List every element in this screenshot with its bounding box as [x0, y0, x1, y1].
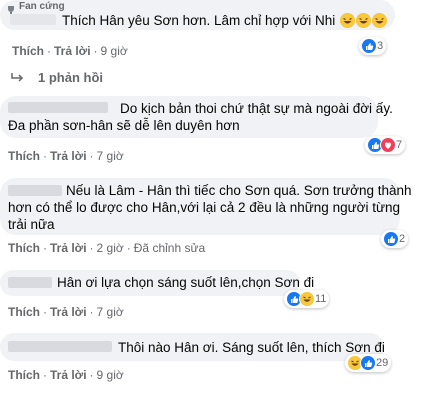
author-name-redacted[interactable] — [8, 185, 62, 196]
trophy-icon — [6, 2, 16, 14]
reaction-count: 7 — [396, 139, 403, 151]
comment-text-4: Hân ơi lựa chọn sáng suốt lên,chọn Sơn đ… — [57, 275, 315, 290]
fan-badge-label: Fan cứng — [19, 1, 65, 12]
comment-text-5: Thôi nào Hân ơi. Sáng suốt lên, thích Sơ… — [118, 340, 385, 355]
comment-actions-4: Thích · Trả lời · 7 giờ — [8, 305, 124, 319]
reaction-summary-2[interactable]: 7 — [365, 136, 406, 154]
timestamp[interactable]: 9 giờ — [97, 368, 124, 382]
comment-bubble-2: Do kịch bản thoi chứ thật sự mà ngoài đờ… — [0, 96, 393, 138]
comment-bubble-4: Hân ơi lựa chọn sáng suốt lên,chọn Sơn đ… — [0, 270, 314, 296]
view-replies-link[interactable]: 1 phản hồi — [10, 70, 103, 85]
comment-actions-2: Thích · Trả lời · 7 giờ — [8, 149, 124, 163]
reaction-count: 29 — [376, 357, 389, 369]
laughing-emoji-icon — [372, 13, 388, 28]
timestamp[interactable]: 7 giờ — [97, 149, 124, 163]
comment-actions-5: Thích · Trả lời · 9 giờ — [8, 368, 124, 382]
reply-arrow-icon — [10, 72, 24, 84]
timestamp[interactable]: 7 giờ — [97, 305, 124, 319]
comment-actions-3: Thích · Trả lời · 2 giờ · Đã chỉnh sửa — [8, 241, 206, 255]
reaction-count: 11 — [315, 293, 327, 305]
comment-bubble-1: Fan cứng Thích Hân yêu Sơn hơn. Lâm chỉ … — [0, 0, 395, 30]
timestamp[interactable]: 2 giờ — [97, 241, 124, 255]
comment-text-3-line3: trải nữa — [8, 217, 55, 232]
author-name-redacted[interactable] — [8, 277, 52, 288]
haha-reaction-icon — [299, 291, 315, 307]
like-reaction-icon — [360, 355, 376, 371]
fan-badge: Fan cứng — [6, 1, 65, 14]
laughing-emoji-icon — [356, 13, 372, 28]
comment-text-3-line1: Nếu là Lâm - Hân thì tiếc cho Sơn quá. S… — [66, 183, 412, 198]
reaction-summary-1[interactable]: 3 — [359, 37, 387, 55]
comment-bubble-5: Thôi nào Hân ơi. Sáng suốt lên, thích Sơ… — [0, 333, 385, 361]
love-reaction-icon — [380, 137, 396, 153]
reply-button[interactable]: Trả lời — [50, 368, 87, 382]
comment-text-1: Thích Hân yêu Sơn hơn. Lâm chỉ hợp với N… — [62, 12, 388, 29]
comment-text-2-line2: Đa phần sơn-hân sẽ dễ lên duyên hơn — [8, 118, 240, 133]
like-button[interactable]: Thích — [8, 241, 40, 255]
like-reaction-icon — [361, 38, 377, 54]
reply-button[interactable]: Trả lời — [50, 241, 87, 255]
author-name-redacted[interactable] — [8, 341, 112, 352]
reaction-summary-5[interactable]: 29 — [345, 354, 392, 372]
comment-text-3-line2: hơn có thể lo được cho Hân,với lại cả 2 … — [8, 200, 401, 215]
replies-count-label: 1 phản hồi — [38, 70, 103, 85]
author-name-redacted[interactable] — [10, 14, 56, 25]
timestamp[interactable]: 9 giờ — [101, 44, 128, 58]
comment-bubble-3: Nếu là Lâm - Hân thì tiếc cho Sơn quá. S… — [0, 178, 412, 235]
like-button[interactable]: Thích — [8, 149, 40, 163]
reaction-count: 3 — [377, 40, 384, 52]
author-name-redacted[interactable] — [8, 102, 108, 113]
reply-button[interactable]: Trả lời — [50, 149, 87, 163]
reaction-summary-3[interactable]: 2 — [381, 230, 409, 248]
comment-actions-1: Thích · Trả lời · 9 giờ — [12, 44, 128, 58]
reply-button[interactable]: Trả lời — [54, 44, 91, 58]
comment-text-2-line1: Do kịch bản thoi chứ thật sự mà ngoài đờ… — [120, 101, 393, 116]
like-reaction-icon — [383, 231, 399, 247]
like-button[interactable]: Thích — [8, 368, 40, 382]
laughing-emoji-icon — [340, 13, 356, 28]
reaction-count: 2 — [399, 233, 406, 245]
like-button[interactable]: Thích — [8, 305, 40, 319]
reaction-summary-4[interactable]: 11 — [284, 290, 330, 308]
reply-button[interactable]: Trả lời — [50, 305, 87, 319]
edited-label[interactable]: Đã chỉnh sửa — [134, 241, 205, 255]
like-button[interactable]: Thích — [12, 44, 44, 58]
